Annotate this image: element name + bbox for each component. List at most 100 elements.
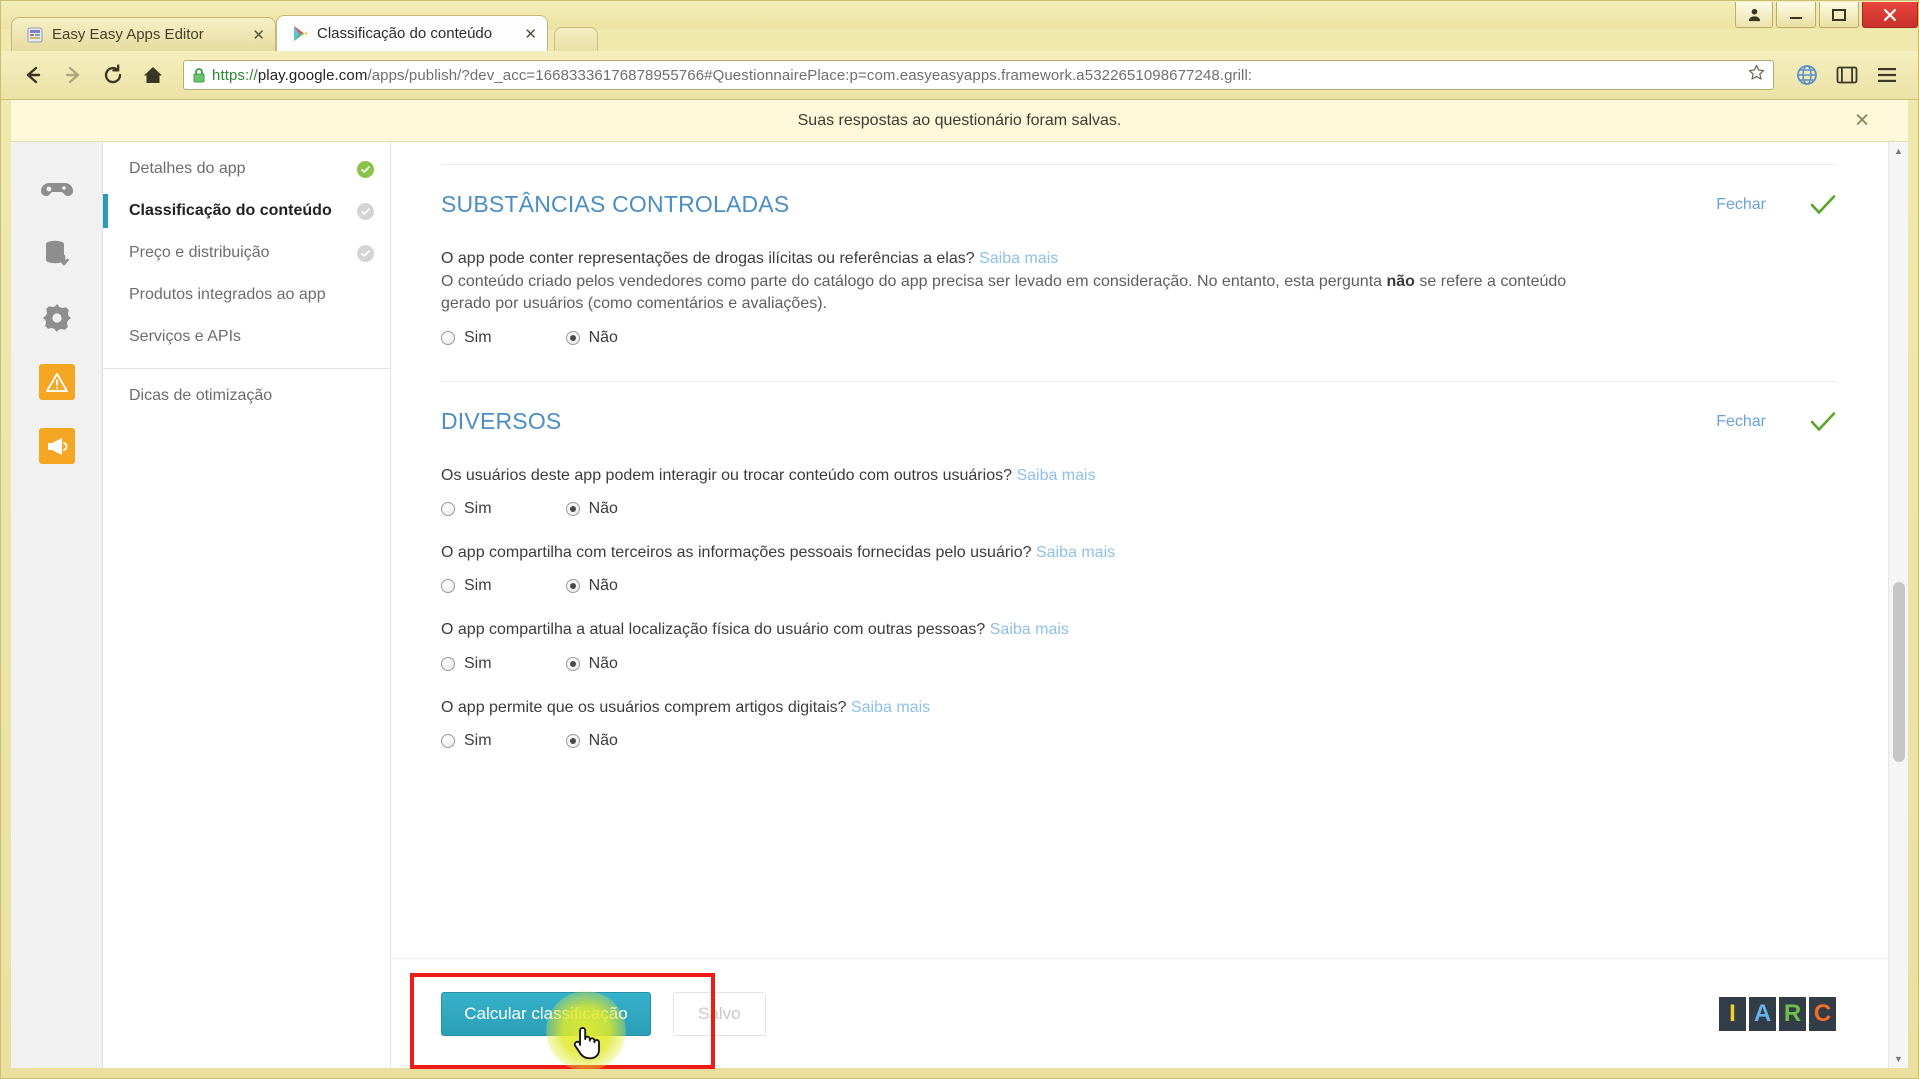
question-text: O app pode conter representações de drog… — [441, 248, 1836, 269]
saiba-mais-link[interactable]: Saiba mais — [1016, 467, 1095, 484]
salvo-button[interactable]: Salvo — [673, 991, 766, 1036]
radio-option-nao[interactable]: Não — [565, 577, 618, 595]
notification-close-icon[interactable]: ✕ — [1854, 109, 1870, 132]
radio-label: Não — [588, 654, 618, 672]
radio-label: Não — [588, 329, 618, 347]
question-label: O app permite que os usuários comprem ar… — [441, 698, 847, 716]
sidebar-item-detalhes-do-app[interactable]: Detalhes do app — [103, 148, 390, 190]
saiba-mais-link[interactable]: Saiba mais — [990, 621, 1069, 638]
forward-arrow-icon — [65, 66, 80, 84]
tab-classificacao-do-conteudo[interactable]: Classificação do conteúdo ✕ — [276, 15, 548, 51]
radio-icon[interactable] — [441, 579, 455, 594]
question-subtext: O conteúdo criado pelos vendedores como … — [441, 271, 1571, 315]
subtext-part-d: gerado por usuários (como comentários e … — [441, 295, 827, 313]
radio-option-nao[interactable]: Não — [565, 654, 618, 673]
status-check-icon — [357, 244, 374, 262]
section-title: SUBSTÂNCIAS CONTROLADAS — [441, 191, 790, 217]
radio-option-nao[interactable]: Não — [565, 732, 618, 750]
radio-icon[interactable] — [441, 733, 455, 748]
sidebar-item-label: Detalhes do app — [129, 160, 246, 177]
close-button[interactable] — [1862, 2, 1918, 28]
saiba-mais-link[interactable]: Saiba mais — [979, 250, 1058, 267]
sidebar-item-produtos-integrados-ao-app[interactable]: Produtos integrados ao app — [103, 274, 390, 316]
radio-icon[interactable] — [565, 579, 580, 594]
check-icon — [1810, 411, 1836, 433]
tab-close-icon[interactable]: ✕ — [524, 25, 537, 43]
scrollbar-thumb[interactable] — [1893, 582, 1905, 762]
saiba-mais-link[interactable]: Saiba mais — [1036, 544, 1115, 561]
back-arrow-icon — [26, 66, 41, 84]
tab-close-icon[interactable]: ✕ — [252, 26, 265, 44]
scroll-up-arrow[interactable]: ▲ — [1889, 142, 1908, 160]
radio-icon[interactable] — [441, 656, 455, 671]
reading-view-icon[interactable] — [1830, 58, 1864, 92]
sidebar-item-label: Serviços e APIs — [129, 328, 242, 345]
menu-icon[interactable] — [1870, 58, 1904, 92]
question-label: O app pode conter representações de drog… — [441, 250, 975, 267]
app-editor-icon — [26, 26, 44, 44]
sidebar-rail-games[interactable] — [11, 158, 102, 222]
questionnaire-content: SUBSTÂNCIAS CONTROLADAS Fechar O app pod… — [391, 142, 1908, 1068]
minimize-button[interactable] — [1776, 2, 1816, 28]
subtext-part-a: O conteúdo criado pelos vendedores como … — [441, 273, 1387, 291]
new-tab-button[interactable] — [554, 27, 598, 51]
back-button[interactable] — [15, 57, 51, 93]
radio-option-sim[interactable]: Sim — [441, 732, 492, 750]
maximize-icon — [1832, 8, 1846, 21]
url-text: https://play.google.com/apps/publish/?de… — [212, 66, 1253, 84]
check-icon — [1810, 194, 1836, 216]
radio-option-sim[interactable]: Sim — [441, 329, 492, 347]
radio-option-nao[interactable]: Não — [565, 500, 618, 518]
radio-label: Sim — [464, 329, 492, 347]
sidebar-item-servicos-e-apis[interactable]: Serviços e APIs — [103, 316, 390, 358]
sidebar-rail-database[interactable] — [11, 222, 102, 286]
notification-bar: Suas respostas ao questionário foram sal… — [11, 100, 1908, 142]
radio-icon[interactable] — [441, 331, 455, 346]
radio-icon[interactable] — [565, 656, 580, 671]
sidebar-rail-announcements[interactable] — [11, 414, 102, 478]
tab-title: Easy Easy Apps Editor — [52, 26, 204, 43]
radio-icon[interactable] — [565, 733, 580, 748]
section-close-link[interactable]: Fechar — [1716, 413, 1766, 431]
question-label: Os usuários deste app podem interagir ou… — [441, 467, 1012, 485]
radio-label: Não — [588, 577, 618, 595]
question-label: O app compartilha a atual localização fí… — [441, 621, 986, 639]
megaphone-icon — [48, 437, 68, 455]
tab-title: Classificação do conteúdo — [317, 25, 493, 42]
answer-group: Sim Não — [441, 732, 1836, 750]
user-account-button[interactable] — [1735, 2, 1773, 28]
section-diversos: DIVERSOS Fechar Os usuários deste app po… — [441, 382, 1836, 749]
play-console-page: Detalhes do app Classificação do conteúd… — [11, 142, 1908, 1068]
scroll-down-arrow[interactable]: ▼ — [1889, 1050, 1908, 1068]
tab-easy-easy-apps-editor[interactable]: Easy Easy Apps Editor ✕ — [11, 17, 276, 51]
answer-group: Sim Não — [441, 329, 1836, 347]
sidebar-item-dicas-de-otimizacao[interactable]: Dicas de otimização — [103, 375, 390, 417]
question-comprar-artigos-digitais: O app permite que os usuários comprem ar… — [441, 673, 1836, 750]
forward-button[interactable] — [55, 57, 91, 93]
sidebar-item-label: Produtos integrados ao app — [129, 286, 326, 303]
extension-globe-icon[interactable] — [1790, 58, 1824, 92]
sidebar-item-preco-e-distribuicao[interactable]: Preço e distribuição — [103, 232, 390, 274]
sidebar-item-classificacao-do-conteudo[interactable]: Classificação do conteúdo — [103, 190, 390, 232]
home-button[interactable] — [135, 57, 171, 93]
radio-option-sim[interactable]: Sim — [441, 577, 492, 595]
maximize-button[interactable] — [1819, 2, 1859, 28]
radio-icon[interactable] — [441, 502, 455, 517]
radio-icon[interactable] — [565, 331, 580, 346]
subtext-part-c: se refere a conteúdo — [1414, 273, 1567, 291]
address-bar[interactable]: https://play.google.com/apps/publish/?de… — [183, 60, 1774, 90]
sidebar-rail-alerts[interactable] — [11, 350, 102, 414]
gamepad-icon — [40, 183, 73, 196]
section-close-link[interactable]: Fechar — [1716, 196, 1766, 214]
radio-option-nao[interactable]: Não — [565, 329, 618, 347]
browser-window: Easy Easy Apps Editor ✕ Classificação do… — [0, 0, 1919, 1079]
calcular-classificacao-button[interactable]: Calcular classificação — [441, 991, 651, 1036]
radio-icon[interactable] — [565, 502, 580, 517]
radio-option-sim[interactable]: Sim — [441, 500, 492, 518]
page-scrollbar[interactable]: ▲ ▼ — [1888, 142, 1908, 1068]
reload-button[interactable] — [95, 57, 131, 93]
sidebar-rail-settings[interactable] — [11, 286, 102, 350]
saiba-mais-link[interactable]: Saiba mais — [851, 699, 930, 716]
radio-option-sim[interactable]: Sim — [441, 655, 492, 673]
star-icon[interactable] — [1748, 64, 1765, 86]
